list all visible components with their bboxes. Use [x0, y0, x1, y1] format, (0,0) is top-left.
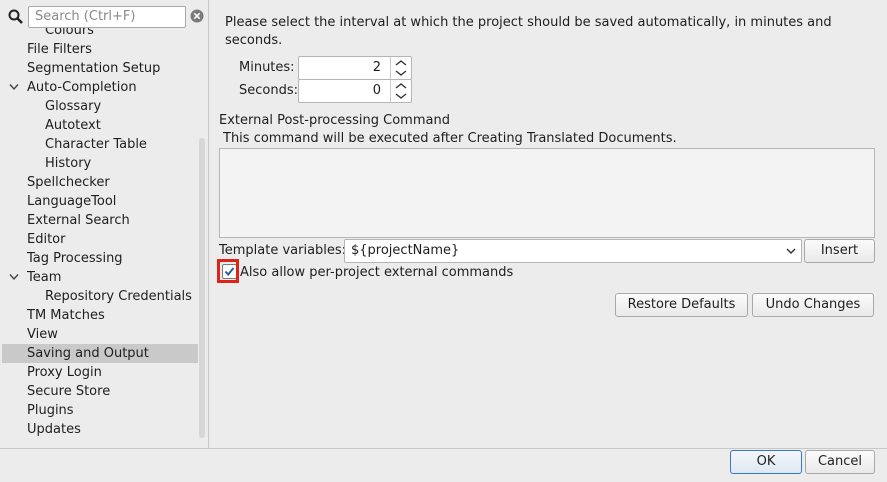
tree-item-label: Updates: [27, 422, 81, 437]
minutes-spinner[interactable]: 2: [298, 56, 412, 80]
tree-item[interactable]: Auto-Completion: [2, 78, 198, 97]
tree-item-label: Auto-Completion: [27, 80, 137, 95]
cancel-button[interactable]: Cancel: [805, 450, 875, 474]
tree-item[interactable]: Spellchecker: [2, 173, 198, 192]
command-textarea[interactable]: [219, 148, 875, 238]
intro-text-line2: seconds.: [225, 33, 283, 48]
tree-item[interactable]: Secure Store: [2, 382, 198, 401]
spinner-arrows-icon: [395, 60, 407, 76]
tree-item-label: Team: [27, 270, 62, 285]
tree-item[interactable]: Segmentation Setup: [2, 59, 198, 78]
seconds-label: Seconds:: [239, 83, 298, 98]
chevron-down-icon: [786, 248, 796, 254]
tree-item[interactable]: Character Table: [2, 135, 198, 154]
undo-changes-button[interactable]: Undo Changes: [752, 293, 874, 317]
tree-item-label: View: [27, 327, 58, 342]
tree-item-label: LanguageTool: [27, 194, 117, 209]
template-variable-value: ${projectName}: [351, 243, 460, 258]
tree-item-label: Colours: [45, 28, 94, 38]
saving-output-panel: Please select the interval at which the …: [209, 0, 887, 448]
tree-item-label: TM Matches: [27, 308, 105, 323]
tree-item-label: Plugins: [27, 403, 74, 418]
template-variables-label: Template variables:: [219, 243, 347, 258]
tree-item-label: Autotext: [45, 118, 101, 133]
search-icon: [8, 9, 23, 24]
tree-item[interactable]: TM Matches: [2, 306, 198, 325]
tree-item-label: Repository Credentials: [45, 289, 192, 304]
tree-item[interactable]: External Search: [2, 211, 198, 230]
checkbox-highlight: [217, 259, 239, 283]
seconds-spinner[interactable]: 0: [298, 79, 412, 103]
tree-item[interactable]: Glossary: [2, 97, 198, 116]
seconds-value: 0: [372, 83, 381, 98]
tree-item[interactable]: Tag Processing: [2, 249, 198, 268]
tree-item[interactable]: Colours: [2, 28, 198, 40]
tree-item[interactable]: Saving and Output: [2, 344, 198, 363]
external-command-description: This command will be executed after Crea…: [223, 131, 677, 146]
tree-item-label: Spellchecker: [27, 175, 110, 190]
tree-item-label: File Filters: [27, 42, 92, 57]
external-command-title: External Post-processing Command: [219, 113, 450, 128]
search-input[interactable]: Search (Ctrl+F): [28, 6, 186, 28]
expand-arrow-icon[interactable]: [9, 273, 19, 281]
tree-item-label: Tag Processing: [27, 251, 123, 266]
tree-item-label: Segmentation Setup: [27, 61, 161, 76]
minutes-spinner-arrows[interactable]: [390, 57, 411, 79]
tree-item[interactable]: Editor: [2, 230, 198, 249]
tree-item[interactable]: View: [2, 325, 198, 344]
tree-item-label: Editor: [27, 232, 66, 247]
ok-button[interactable]: OK: [730, 450, 802, 474]
preferences-tree: Colours File Filters Segmentation Setup Aut…: [2, 28, 198, 440]
insert-button[interactable]: Insert: [804, 239, 875, 263]
minutes-value: 2: [372, 60, 381, 75]
tree-item-label: Secure Store: [27, 384, 111, 399]
footer-divider: [0, 448, 887, 449]
tree-item-label: Saving and Output: [27, 346, 149, 361]
spinner-arrows-icon: [395, 83, 407, 99]
tree-item[interactable]: File Filters: [2, 40, 198, 59]
tree-item-label: Proxy Login: [27, 365, 102, 380]
tree-item-label: Character Table: [45, 137, 147, 152]
tree-item[interactable]: Repository Credentials: [2, 287, 198, 306]
tree-scrollbar[interactable]: [199, 138, 205, 438]
intro-text-line1: Please select the interval at which the …: [225, 15, 832, 30]
tree-item[interactable]: Proxy Login: [2, 363, 198, 382]
preferences-nav: Search (Ctrl+F) Colours File Filters Segme…: [0, 0, 209, 448]
seconds-spinner-arrows[interactable]: [390, 80, 411, 102]
search-placeholder: Search (Ctrl+F): [35, 9, 136, 24]
tree-item-label: Glossary: [45, 99, 102, 114]
tree-item[interactable]: Team: [2, 268, 198, 287]
expand-arrow-icon[interactable]: [9, 83, 19, 91]
allow-per-project-label[interactable]: Also allow per-project external commands: [240, 265, 513, 280]
tree-item[interactable]: Updates: [2, 420, 198, 439]
search-bar: Search (Ctrl+F): [5, 5, 205, 29]
clear-search-icon[interactable]: [190, 9, 204, 23]
minutes-label: Minutes:: [239, 60, 295, 75]
tree-item[interactable]: Plugins: [2, 401, 198, 420]
tree-item[interactable]: History: [2, 154, 198, 173]
tree-item[interactable]: LanguageTool: [2, 192, 198, 211]
restore-defaults-button[interactable]: Restore Defaults: [615, 293, 748, 317]
tree-item[interactable]: Autotext: [2, 116, 198, 135]
template-variables-select[interactable]: ${projectName}: [344, 239, 802, 263]
tree-item-label: History: [45, 156, 92, 171]
tree-item-label: External Search: [27, 213, 130, 228]
